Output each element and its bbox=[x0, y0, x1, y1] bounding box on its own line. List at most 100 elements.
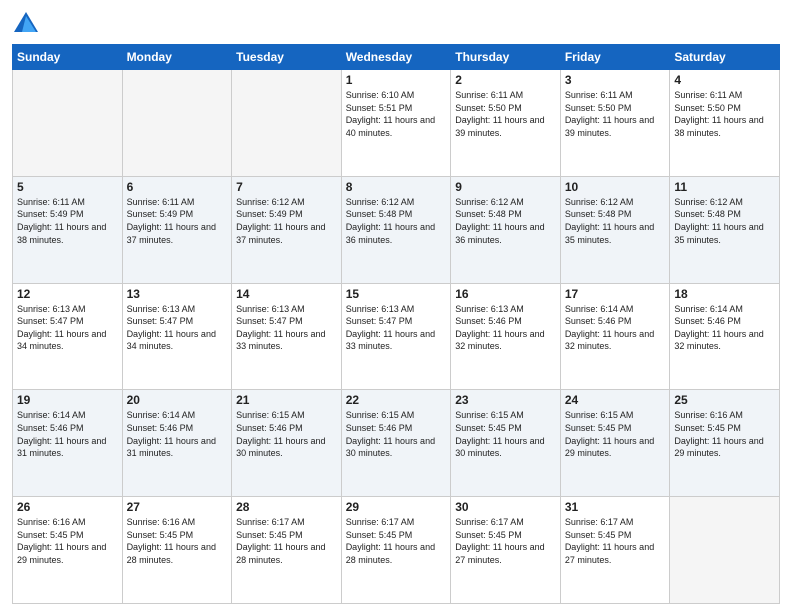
sunset-text: Sunset: 5:45 PM bbox=[17, 530, 84, 540]
calendar-header-row: SundayMondayTuesdayWednesdayThursdayFrid… bbox=[13, 45, 780, 70]
day-number: 3 bbox=[565, 73, 666, 87]
daylight-text: Daylight: 11 hours and 29 minutes. bbox=[674, 436, 763, 459]
sunrise-text: Sunrise: 6:13 AM bbox=[455, 304, 524, 314]
day-info: Sunrise: 6:11 AM Sunset: 5:50 PM Dayligh… bbox=[674, 89, 775, 139]
calendar-day-cell: 1 Sunrise: 6:10 AM Sunset: 5:51 PM Dayli… bbox=[341, 70, 451, 177]
day-number: 6 bbox=[127, 180, 228, 194]
day-info: Sunrise: 6:15 AM Sunset: 5:46 PM Dayligh… bbox=[346, 409, 447, 459]
sunrise-text: Sunrise: 6:15 AM bbox=[346, 410, 415, 420]
day-info: Sunrise: 6:15 AM Sunset: 5:45 PM Dayligh… bbox=[565, 409, 666, 459]
calendar-day-cell: 23 Sunrise: 6:15 AM Sunset: 5:45 PM Dayl… bbox=[451, 390, 561, 497]
sunrise-text: Sunrise: 6:17 AM bbox=[236, 517, 305, 527]
calendar-day-header: Saturday bbox=[670, 45, 780, 70]
day-number: 26 bbox=[17, 500, 118, 514]
sunset-text: Sunset: 5:48 PM bbox=[455, 209, 522, 219]
daylight-text: Daylight: 11 hours and 32 minutes. bbox=[455, 329, 544, 352]
sunrise-text: Sunrise: 6:16 AM bbox=[674, 410, 743, 420]
day-info: Sunrise: 6:16 AM Sunset: 5:45 PM Dayligh… bbox=[127, 516, 228, 566]
daylight-text: Daylight: 11 hours and 32 minutes. bbox=[565, 329, 654, 352]
calendar-day-header: Sunday bbox=[13, 45, 123, 70]
daylight-text: Daylight: 11 hours and 35 minutes. bbox=[674, 222, 763, 245]
calendar-week-row: 26 Sunrise: 6:16 AM Sunset: 5:45 PM Dayl… bbox=[13, 497, 780, 604]
daylight-text: Daylight: 11 hours and 34 minutes. bbox=[127, 329, 216, 352]
sunrise-text: Sunrise: 6:15 AM bbox=[455, 410, 524, 420]
logo bbox=[12, 10, 44, 38]
day-info: Sunrise: 6:12 AM Sunset: 5:48 PM Dayligh… bbox=[565, 196, 666, 246]
sunset-text: Sunset: 5:48 PM bbox=[674, 209, 741, 219]
day-number: 12 bbox=[17, 287, 118, 301]
day-number: 18 bbox=[674, 287, 775, 301]
day-number: 31 bbox=[565, 500, 666, 514]
daylight-text: Daylight: 11 hours and 38 minutes. bbox=[674, 115, 763, 138]
sunrise-text: Sunrise: 6:17 AM bbox=[346, 517, 415, 527]
sunrise-text: Sunrise: 6:17 AM bbox=[455, 517, 524, 527]
day-info: Sunrise: 6:11 AM Sunset: 5:49 PM Dayligh… bbox=[127, 196, 228, 246]
day-info: Sunrise: 6:15 AM Sunset: 5:45 PM Dayligh… bbox=[455, 409, 556, 459]
sunset-text: Sunset: 5:45 PM bbox=[565, 423, 632, 433]
header bbox=[12, 10, 780, 38]
calendar-day-cell: 25 Sunrise: 6:16 AM Sunset: 5:45 PM Dayl… bbox=[670, 390, 780, 497]
daylight-text: Daylight: 11 hours and 31 minutes. bbox=[17, 436, 106, 459]
sunset-text: Sunset: 5:45 PM bbox=[236, 530, 303, 540]
calendar-day-cell: 5 Sunrise: 6:11 AM Sunset: 5:49 PM Dayli… bbox=[13, 176, 123, 283]
day-number: 8 bbox=[346, 180, 447, 194]
calendar-table: SundayMondayTuesdayWednesdayThursdayFrid… bbox=[12, 44, 780, 604]
day-number: 21 bbox=[236, 393, 337, 407]
day-number: 16 bbox=[455, 287, 556, 301]
day-info: Sunrise: 6:13 AM Sunset: 5:47 PM Dayligh… bbox=[17, 303, 118, 353]
sunset-text: Sunset: 5:45 PM bbox=[565, 530, 632, 540]
sunset-text: Sunset: 5:47 PM bbox=[17, 316, 84, 326]
daylight-text: Daylight: 11 hours and 29 minutes. bbox=[17, 542, 106, 565]
daylight-text: Daylight: 11 hours and 34 minutes. bbox=[17, 329, 106, 352]
calendar-day-cell: 9 Sunrise: 6:12 AM Sunset: 5:48 PM Dayli… bbox=[451, 176, 561, 283]
sunset-text: Sunset: 5:46 PM bbox=[565, 316, 632, 326]
sunrise-text: Sunrise: 6:12 AM bbox=[674, 197, 743, 207]
calendar-day-cell: 3 Sunrise: 6:11 AM Sunset: 5:50 PM Dayli… bbox=[560, 70, 670, 177]
day-number: 28 bbox=[236, 500, 337, 514]
day-info: Sunrise: 6:13 AM Sunset: 5:47 PM Dayligh… bbox=[236, 303, 337, 353]
calendar-day-cell: 13 Sunrise: 6:13 AM Sunset: 5:47 PM Dayl… bbox=[122, 283, 232, 390]
calendar-day-cell: 18 Sunrise: 6:14 AM Sunset: 5:46 PM Dayl… bbox=[670, 283, 780, 390]
sunrise-text: Sunrise: 6:13 AM bbox=[17, 304, 86, 314]
daylight-text: Daylight: 11 hours and 28 minutes. bbox=[236, 542, 325, 565]
sunrise-text: Sunrise: 6:12 AM bbox=[346, 197, 415, 207]
sunset-text: Sunset: 5:46 PM bbox=[346, 423, 413, 433]
daylight-text: Daylight: 11 hours and 32 minutes. bbox=[674, 329, 763, 352]
calendar-day-cell: 21 Sunrise: 6:15 AM Sunset: 5:46 PM Dayl… bbox=[232, 390, 342, 497]
daylight-text: Daylight: 11 hours and 30 minutes. bbox=[236, 436, 325, 459]
sunset-text: Sunset: 5:48 PM bbox=[346, 209, 413, 219]
sunrise-text: Sunrise: 6:11 AM bbox=[127, 197, 195, 207]
sunset-text: Sunset: 5:46 PM bbox=[17, 423, 84, 433]
sunset-text: Sunset: 5:46 PM bbox=[455, 316, 522, 326]
day-info: Sunrise: 6:13 AM Sunset: 5:46 PM Dayligh… bbox=[455, 303, 556, 353]
sunset-text: Sunset: 5:45 PM bbox=[455, 423, 522, 433]
sunset-text: Sunset: 5:46 PM bbox=[236, 423, 303, 433]
sunrise-text: Sunrise: 6:12 AM bbox=[565, 197, 634, 207]
calendar-day-header: Tuesday bbox=[232, 45, 342, 70]
calendar-week-row: 1 Sunrise: 6:10 AM Sunset: 5:51 PM Dayli… bbox=[13, 70, 780, 177]
sunrise-text: Sunrise: 6:15 AM bbox=[565, 410, 634, 420]
daylight-text: Daylight: 11 hours and 36 minutes. bbox=[455, 222, 544, 245]
day-number: 4 bbox=[674, 73, 775, 87]
calendar-day-cell: 29 Sunrise: 6:17 AM Sunset: 5:45 PM Dayl… bbox=[341, 497, 451, 604]
day-number: 24 bbox=[565, 393, 666, 407]
daylight-text: Daylight: 11 hours and 33 minutes. bbox=[346, 329, 435, 352]
sunrise-text: Sunrise: 6:16 AM bbox=[17, 517, 86, 527]
daylight-text: Daylight: 11 hours and 30 minutes. bbox=[455, 436, 544, 459]
calendar-day-cell: 6 Sunrise: 6:11 AM Sunset: 5:49 PM Dayli… bbox=[122, 176, 232, 283]
sunset-text: Sunset: 5:46 PM bbox=[674, 316, 741, 326]
calendar-day-cell: 28 Sunrise: 6:17 AM Sunset: 5:45 PM Dayl… bbox=[232, 497, 342, 604]
daylight-text: Daylight: 11 hours and 39 minutes. bbox=[565, 115, 654, 138]
calendar-day-header: Wednesday bbox=[341, 45, 451, 70]
sunset-text: Sunset: 5:45 PM bbox=[346, 530, 413, 540]
calendar-day-cell: 17 Sunrise: 6:14 AM Sunset: 5:46 PM Dayl… bbox=[560, 283, 670, 390]
sunset-text: Sunset: 5:45 PM bbox=[674, 423, 741, 433]
calendar-day-cell: 11 Sunrise: 6:12 AM Sunset: 5:48 PM Dayl… bbox=[670, 176, 780, 283]
sunrise-text: Sunrise: 6:14 AM bbox=[565, 304, 634, 314]
day-info: Sunrise: 6:13 AM Sunset: 5:47 PM Dayligh… bbox=[346, 303, 447, 353]
daylight-text: Daylight: 11 hours and 36 minutes. bbox=[346, 222, 435, 245]
calendar-day-cell bbox=[13, 70, 123, 177]
sunset-text: Sunset: 5:50 PM bbox=[455, 103, 522, 113]
calendar-day-cell: 8 Sunrise: 6:12 AM Sunset: 5:48 PM Dayli… bbox=[341, 176, 451, 283]
daylight-text: Daylight: 11 hours and 33 minutes. bbox=[236, 329, 325, 352]
